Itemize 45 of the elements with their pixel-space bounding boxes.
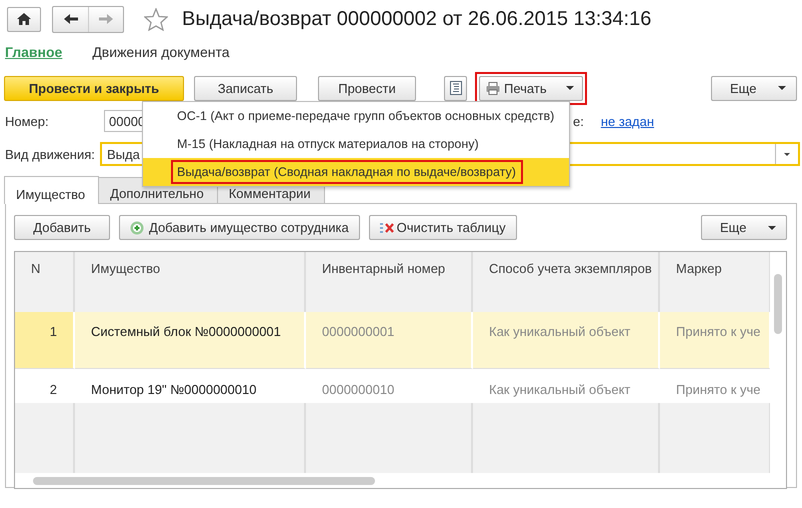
clear-table-button[interactable]: Очистить таблицу <box>368 215 517 240</box>
table-cell: Принято к уче <box>660 312 771 369</box>
menu-item[interactable]: М-15 (Накладная на отпуск материалов на сторону) <box>143 130 569 158</box>
caret-icon <box>784 152 790 156</box>
window-title: Выдача/возврат 000000002 от 26.06.2015 13:34:16 <box>182 8 652 30</box>
add-button[interactable]: Добавить <box>14 215 110 240</box>
tab[interactable]: Имущество <box>4 176 100 204</box>
toolbar-button[interactable]: Провести <box>318 76 416 100</box>
add-employee-property-button[interactable]: Добавить имущество сотрудника <box>119 215 360 240</box>
section-link[interactable]: Движения документа <box>92 44 230 66</box>
home-icon <box>17 13 31 25</box>
field-label: е: <box>573 114 584 128</box>
add-person-icon <box>130 220 146 234</box>
table-cell: Системный блок №0000000001 <box>75 312 306 369</box>
more-button[interactable]: Еще <box>711 76 797 100</box>
more-button[interactable]: Еще <box>701 215 787 240</box>
arrow-left-icon <box>64 14 78 24</box>
column-header[interactable]: Имущество <box>75 252 306 312</box>
column-header[interactable]: N <box>15 252 75 312</box>
post-and-close-button[interactable]: Провести и закрыть <box>4 76 184 100</box>
field-label: Вид движения: <box>5 146 96 162</box>
caret-icon <box>566 86 574 90</box>
print-button[interactable]: Печать <box>479 76 583 100</box>
structure-button[interactable] <box>444 76 467 100</box>
home-button[interactable] <box>7 6 41 32</box>
column-header[interactable]: Способ учета экземпляров <box>473 252 660 312</box>
column-header[interactable]: Маркер <box>660 252 771 312</box>
caret-icon <box>768 226 776 230</box>
document-icon <box>450 81 462 95</box>
not-set-link[interactable]: не задан <box>600 114 654 128</box>
printer-icon <box>486 82 500 94</box>
table-cell: 1 <box>15 312 75 369</box>
table-cell: 0000000001 <box>306 312 473 369</box>
table-cell <box>15 403 75 473</box>
clear-list-icon <box>380 222 394 234</box>
toolbar-button[interactable]: Записать <box>194 76 297 100</box>
menu-item[interactable]: Выдача/возврат (Сводная накладная по выдаче/возврату) <box>143 158 569 186</box>
column-header[interactable]: Инвентарный номер <box>306 252 473 312</box>
caret-icon <box>778 86 786 90</box>
star-icon[interactable] <box>144 8 168 30</box>
table-row[interactable]: 1 Системный блок №0000000001 0000000001 Как уникальный объект Принято к уче <box>15 312 771 369</box>
horizontal-scrollbar[interactable] <box>15 474 786 488</box>
field-label: Номер: <box>5 114 50 128</box>
table-cell: Как уникальный объект <box>473 312 660 369</box>
arrow-right-icon <box>99 14 113 24</box>
